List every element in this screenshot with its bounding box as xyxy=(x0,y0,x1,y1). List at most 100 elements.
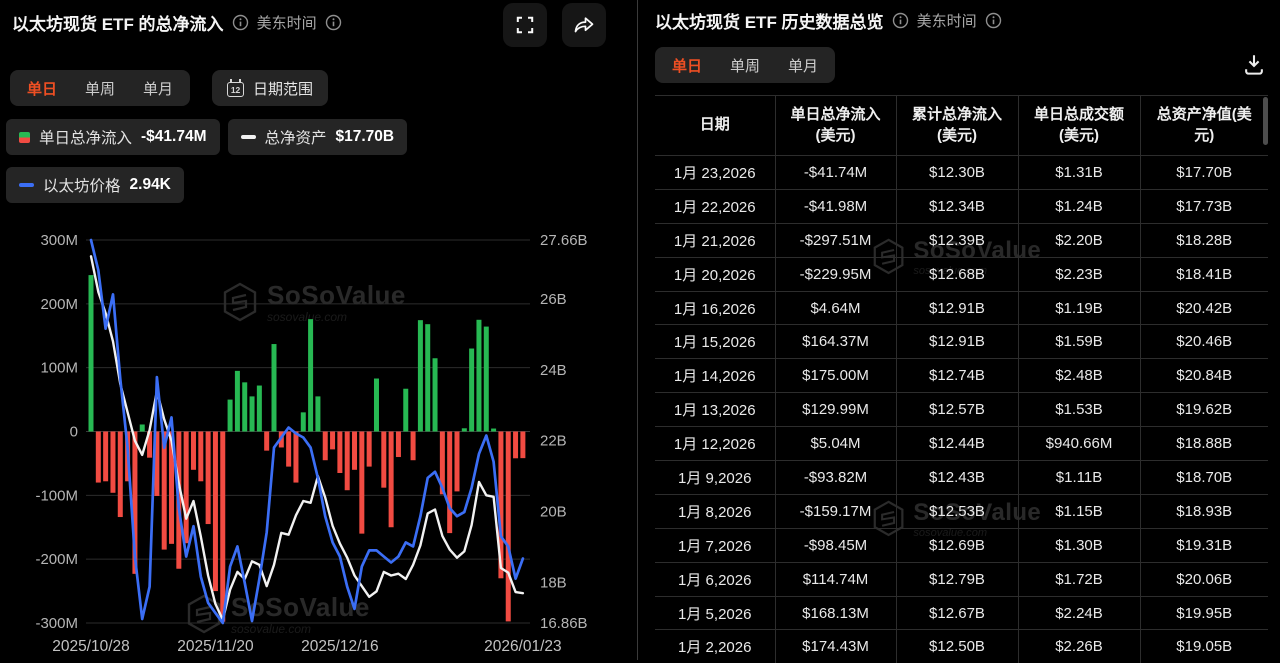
value-cell: $12.74B xyxy=(896,359,1018,393)
inflow-bar xyxy=(154,432,159,496)
legend-item-net-assets[interactable]: 总净资产 $17.70B xyxy=(228,119,408,155)
table-scrollbar[interactable] xyxy=(1263,97,1268,145)
date-cell: 1月 14,2026 xyxy=(655,359,775,393)
inflow-bar xyxy=(279,432,284,448)
inflow-bar xyxy=(411,432,416,461)
inflow-bar xyxy=(506,432,511,622)
value-cell: $168.13M xyxy=(775,596,896,630)
inflow-bar xyxy=(462,428,467,431)
inflow-bar xyxy=(103,432,108,482)
value-cell: $164.37M xyxy=(775,325,896,359)
info-icon[interactable] xyxy=(325,14,342,31)
net-assets-line xyxy=(91,256,523,620)
timezone-label: 美东时间 xyxy=(257,12,317,33)
value-cell: $1.53B xyxy=(1018,393,1140,427)
date-cell: 1月 23,2026 xyxy=(655,156,775,190)
history-table: 日期单日总净流入(美元)累计总净流入(美元)单日总成交额(美元)总资产净值(美元… xyxy=(655,95,1268,663)
table-row: 1月 5,2026$168.13M$12.67B$2.24B$19.95B xyxy=(655,596,1268,630)
value-cell: -$93.82M xyxy=(775,461,896,495)
table-title: 以太坊现货 ETF 历史数据总览 xyxy=(655,8,884,33)
value-cell: $12.57B xyxy=(896,393,1018,427)
value-cell: $20.84B xyxy=(1140,359,1268,393)
value-cell: $12.43B xyxy=(896,461,1018,495)
table-header-cell: 累计总净流入(美元) xyxy=(896,96,1018,156)
inflow-bar xyxy=(169,432,174,544)
value-cell: $18.88B xyxy=(1140,427,1268,461)
inflow-bar xyxy=(272,344,277,431)
sosovalue-logo-icon xyxy=(222,282,258,322)
legend-value: 2.94K xyxy=(130,176,171,194)
y-axis-right-label: 27.66B xyxy=(540,232,588,249)
date-range-button[interactable]: 12 日期范围 xyxy=(212,70,328,106)
x-axis-label: 2025/12/16 xyxy=(301,638,379,655)
info-icon[interactable] xyxy=(892,12,909,29)
value-cell: $12.91B xyxy=(896,325,1018,359)
legend-item-eth-price[interactable]: 以太坊价格 2.94K xyxy=(6,167,184,203)
value-cell: $12.34B xyxy=(896,189,1018,223)
inflow-bar xyxy=(220,432,225,622)
inflow-bar xyxy=(433,358,438,431)
value-cell: $1.30B xyxy=(1018,528,1140,562)
date-cell: 1月 21,2026 xyxy=(655,223,775,257)
share-icon xyxy=(572,13,596,37)
value-cell: $174.43M xyxy=(775,630,896,663)
tab-monthly[interactable]: 单月 xyxy=(129,70,187,106)
table-row: 1月 12,2026$5.04M$12.44B$940.66M$18.88B xyxy=(655,427,1268,461)
tab-monthly[interactable]: 单月 xyxy=(774,47,832,83)
y-axis-right-label: 18B xyxy=(540,575,567,592)
inflow-bar xyxy=(89,275,94,431)
inflow-bar xyxy=(337,432,342,473)
date-cell: 1月 12,2026 xyxy=(655,427,775,461)
tab-weekly[interactable]: 单周 xyxy=(716,47,774,83)
inflow-bar xyxy=(257,386,262,432)
value-cell: $1.31B xyxy=(1018,156,1140,190)
flow-chart-panel: SoSoValue sosovalue.com SoSoValue sosova… xyxy=(0,0,637,660)
info-icon[interactable] xyxy=(232,14,249,31)
info-icon[interactable] xyxy=(985,12,1002,29)
chart-legend: 单日总净流入 -$41.74M 总净资产 $17.70B 以太坊价格 2.94K xyxy=(6,119,566,203)
inflow-bar xyxy=(286,432,291,467)
value-cell: $18.28B xyxy=(1140,223,1268,257)
y-axis-right-label: 26B xyxy=(540,291,567,308)
net-inflow-bars xyxy=(89,275,526,622)
value-cell: $1.72B xyxy=(1018,562,1140,596)
date-cell: 1月 5,2026 xyxy=(655,596,775,630)
tab-daily[interactable]: 单日 xyxy=(13,70,71,106)
tab-daily[interactable]: 单日 xyxy=(658,47,716,83)
inflow-bar xyxy=(315,396,320,431)
inflow-bar xyxy=(381,432,386,488)
inflow-bar xyxy=(491,429,496,432)
download-button[interactable] xyxy=(1242,52,1266,79)
value-cell: $940.66M xyxy=(1018,427,1140,461)
fullscreen-button[interactable] xyxy=(503,3,547,47)
inflow-bar xyxy=(308,319,313,431)
y-axis-left-label: 300M xyxy=(40,232,78,249)
table-row: 1月 21,2026-$297.51M$12.39B$2.20B$18.28B xyxy=(655,223,1268,257)
tab-weekly[interactable]: 单周 xyxy=(71,70,129,106)
inflow-bar xyxy=(425,324,430,431)
history-table-panel: SoSoValue sosovalue.com SoSoValue sosova… xyxy=(638,0,1280,660)
period-tab-group: 单日 单周 单月 xyxy=(655,47,835,83)
legend-value: $17.70B xyxy=(336,128,395,146)
value-cell: $19.95B xyxy=(1140,596,1268,630)
calendar-icon: 12 xyxy=(227,82,244,97)
legend-label: 单日总净流入 xyxy=(39,126,132,148)
share-button[interactable] xyxy=(562,3,606,47)
gridlines xyxy=(86,240,530,623)
date-cell: 1月 6,2026 xyxy=(655,562,775,596)
inflow-bar xyxy=(389,432,394,528)
y-axis-left-label: 100M xyxy=(40,360,78,377)
value-cell: $17.70B xyxy=(1140,156,1268,190)
watermark-name: SoSoValue xyxy=(231,594,370,620)
inflow-bar xyxy=(147,432,152,458)
value-cell: $4.64M xyxy=(775,291,896,325)
legend-item-net-inflow[interactable]: 单日总净流入 -$41.74M xyxy=(6,119,220,155)
value-cell: $1.59B xyxy=(1018,325,1140,359)
inflow-bar xyxy=(323,432,328,461)
inflow-bar xyxy=(403,389,408,432)
value-cell: $19.31B xyxy=(1140,528,1268,562)
table-header-cell: 日期 xyxy=(655,96,775,156)
inflow-bar xyxy=(418,320,423,431)
date-cell: 1月 7,2026 xyxy=(655,528,775,562)
inflow-bar xyxy=(396,432,401,458)
